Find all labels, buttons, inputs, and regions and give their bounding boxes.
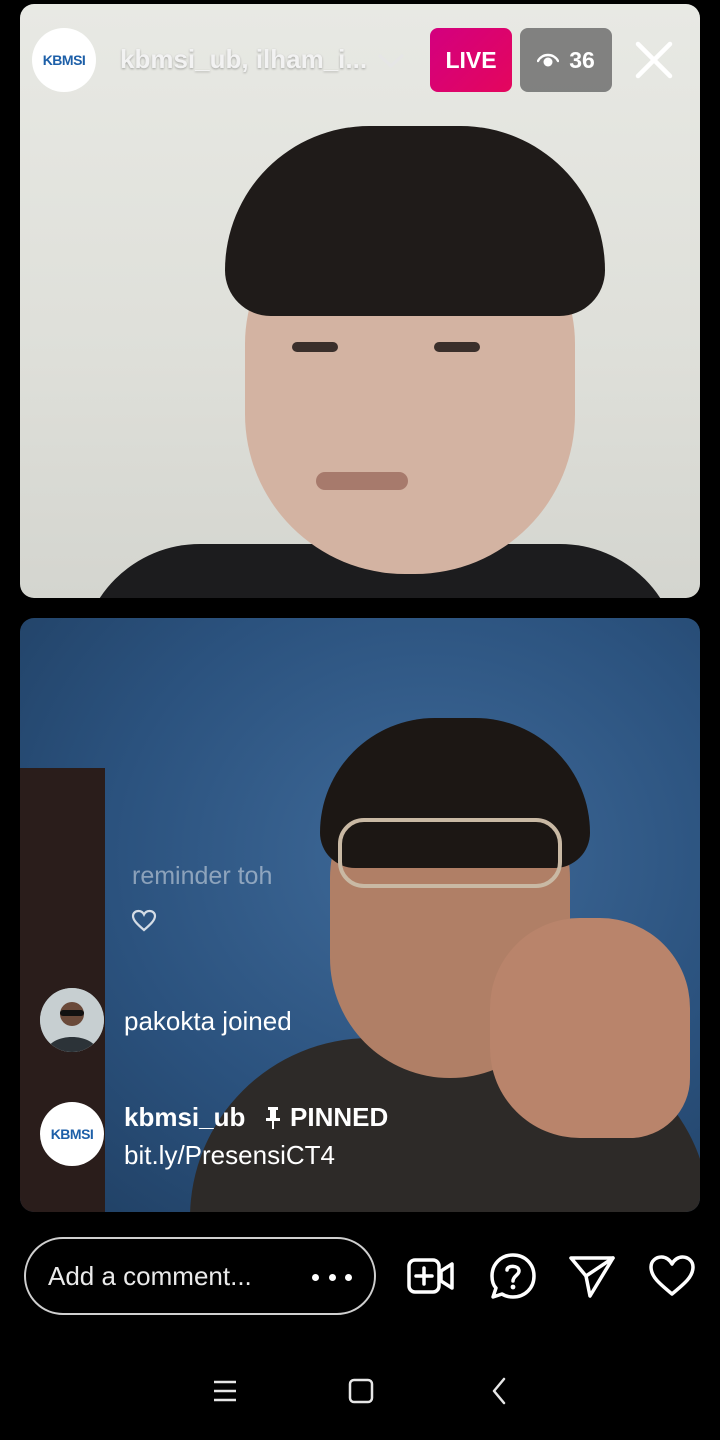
question-icon[interactable] [489,1252,537,1300]
person-mouth [316,472,408,490]
close-icon[interactable] [632,38,676,82]
eye-icon [537,53,560,67]
person-hand [490,918,690,1138]
viewer-count-badge[interactable]: 36 [520,28,612,92]
guest-video-top [20,4,700,598]
viewer-count: 36 [569,46,595,73]
faded-comment: reminder toh [132,862,273,890]
person-eye-left [292,342,338,352]
kbmsi-logo: KBMSI [50,1126,94,1142]
pin-icon [266,1106,280,1129]
join-text: pakokta joined [124,1006,292,1036]
pinned-user-avatar[interactable]: KBMSI [40,1102,104,1166]
person-eye-right [434,342,480,352]
home-icon[interactable] [348,1376,374,1406]
user-avatar[interactable] [40,988,104,1052]
live-badge: LIVE [430,28,512,92]
heart-icon[interactable] [648,1252,696,1300]
person-glasses [338,818,562,888]
more-options-icon[interactable] [312,1265,352,1289]
pinned-message-link[interactable]: bit.ly/PresensiCT4 [124,1140,335,1171]
pinned-username[interactable]: kbmsi_ub [124,1102,245,1133]
heart-icon[interactable] [131,909,157,933]
pinned-text: PINNED [290,1102,389,1132]
recent-apps-icon[interactable] [213,1376,237,1406]
host-avatar[interactable]: KBMSI [32,28,96,92]
host-names[interactable]: kbmsi_ub, ilham_i... [120,44,367,75]
comment-input[interactable]: Add a comment... [24,1237,376,1315]
add-video-icon[interactable] [406,1252,454,1300]
kbmsi-logo: KBMSI [42,52,86,68]
live-label: LIVE [445,46,497,73]
pinned-label: PINNED [264,1102,388,1133]
person-hair [225,126,605,316]
chevron-down-icon[interactable] [376,48,406,74]
live-header: KBMSI kbmsi_ub, ilham_i... LIVE 36 [32,28,704,92]
back-icon[interactable] [488,1376,512,1406]
send-icon[interactable] [568,1252,616,1300]
avatar-image [40,988,104,1052]
comment-placeholder: Add a comment... [48,1261,252,1291]
